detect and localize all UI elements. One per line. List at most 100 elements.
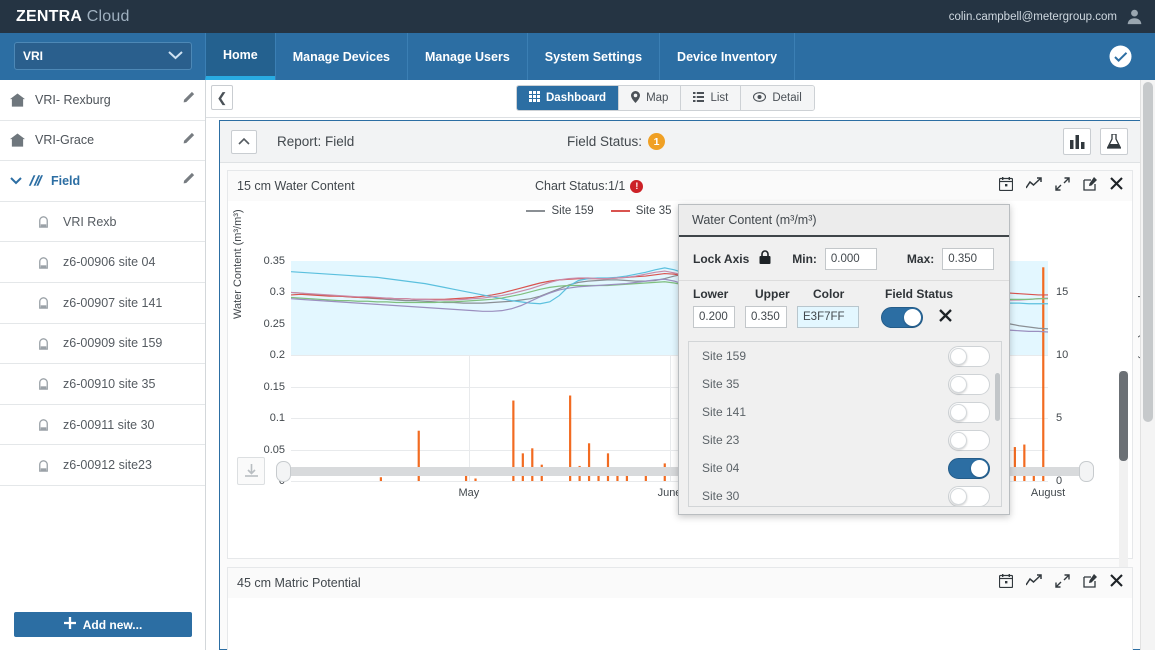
trend-line-icon[interactable] xyxy=(1025,574,1042,592)
site-toggle[interactable] xyxy=(948,485,990,506)
site-list-scrollbar[interactable] xyxy=(995,343,1000,506)
page-vertical-scrollbar[interactable] xyxy=(1140,80,1155,650)
sidebar-item-label: z6-00910 site 35 xyxy=(63,376,156,391)
site-toggle[interactable] xyxy=(948,401,990,423)
sidebar-item-device-z6-00912[interactable]: z6-00912 site23 xyxy=(0,445,205,486)
view-tab-map[interactable]: Map xyxy=(619,86,682,110)
site-label: Site 141 xyxy=(702,405,747,419)
band-field-status-toggle[interactable] xyxy=(881,306,923,328)
legend-item-site-35[interactable]: Site 35 xyxy=(610,205,672,217)
legend-item-site-159[interactable]: Site 159 xyxy=(526,205,594,217)
sidebar-collapse-button[interactable]: ❮ xyxy=(211,85,233,110)
pencil-icon[interactable] xyxy=(181,132,195,149)
band-upper-input[interactable]: 0.350 xyxy=(745,306,787,328)
scrollbar-thumb[interactable] xyxy=(1119,371,1128,461)
sidebar-item-device-z6-00910[interactable]: z6-00910 site 35 xyxy=(0,364,205,405)
site-row-159[interactable]: Site 159 xyxy=(689,342,1001,370)
check-circle-icon[interactable] xyxy=(1109,45,1132,68)
site-toggle-list: Site 159 Site 35 Site 141 Site 23 Site 0… xyxy=(688,341,1002,507)
lock-axis-label: Lock Axis xyxy=(693,251,750,266)
toggle-knob xyxy=(950,375,967,393)
site-label: Site 23 xyxy=(702,433,740,447)
sidebar-item-device-z6-00909[interactable]: z6-00909 site 159 xyxy=(0,324,205,365)
sidebar-item-device-vri-rexb[interactable]: VRI Rexb xyxy=(0,202,205,243)
pencil-icon[interactable] xyxy=(181,91,195,108)
band-remove-button[interactable] xyxy=(939,309,952,325)
site-toggle[interactable] xyxy=(948,457,990,479)
toggle-knob xyxy=(971,459,988,477)
report-title: Report: Field xyxy=(277,134,355,149)
device-icon xyxy=(36,458,54,473)
site-row-35[interactable]: Site 35 xyxy=(689,370,1001,398)
lock-axis-row: Lock Axis Min: 0.000 Max: 0.350 xyxy=(679,237,1009,281)
expand-arrows-icon[interactable] xyxy=(1055,573,1070,593)
trend-line-icon[interactable] xyxy=(1025,177,1042,195)
edit-square-icon[interactable] xyxy=(1083,176,1097,196)
device-icon xyxy=(36,336,54,351)
y2-axis-tick-label: 15 xyxy=(1056,286,1069,299)
sidebar-item-field[interactable]: Field xyxy=(0,161,205,202)
page-scrollbar-thumb[interactable] xyxy=(1143,82,1153,422)
scrollbar-thumb[interactable] xyxy=(995,373,1000,421)
bar-chart-icon[interactable] xyxy=(1063,128,1091,155)
site-row-23[interactable]: Site 23 xyxy=(689,426,1001,454)
site-toggle[interactable] xyxy=(948,373,990,395)
site-toggle[interactable] xyxy=(948,345,990,367)
nav-tab-label: System Settings xyxy=(544,49,643,64)
report-collapse-button[interactable] xyxy=(231,129,257,154)
col-upper-label: Upper xyxy=(755,287,790,301)
user-avatar-icon[interactable] xyxy=(1126,8,1143,25)
flask-icon[interactable] xyxy=(1100,128,1128,155)
field-icon xyxy=(26,174,44,187)
slider-handle-left[interactable] xyxy=(276,461,291,482)
slider-handle-right[interactable] xyxy=(1079,461,1094,482)
edit-square-icon[interactable] xyxy=(1083,573,1097,593)
sidebar-item-vri-rexburg[interactable]: VRI- Rexburg xyxy=(0,80,205,121)
band-config-row: Lower Upper Color Field Status 0.200 0.3… xyxy=(679,281,1009,328)
expand-arrows-icon[interactable] xyxy=(1055,176,1070,196)
lock-icon[interactable] xyxy=(759,249,771,268)
plus-icon xyxy=(63,617,76,632)
chart-card-matric-potential: 45 cm Matric Potential xyxy=(227,567,1133,650)
nav-tab-manage-users[interactable]: Manage Users xyxy=(407,33,527,80)
site-label: Site 159 xyxy=(702,349,747,363)
calendar-icon[interactable] xyxy=(998,573,1014,593)
sidebar-item-label: z6-00911 site 30 xyxy=(63,417,155,432)
sidebar-item-device-z6-00911[interactable]: z6-00911 site 30 xyxy=(0,405,205,446)
band-lower-input[interactable]: 0.200 xyxy=(693,306,735,328)
calendar-icon[interactable] xyxy=(998,176,1014,196)
nav-tab-label: Manage Users xyxy=(425,49,510,64)
y-axis-tick-label: 0.15 xyxy=(263,380,285,393)
site-row-141[interactable]: Site 141 xyxy=(689,398,1001,426)
site-toggle[interactable] xyxy=(948,429,990,451)
sidebar-item-vri-grace[interactable]: VRI-Grace xyxy=(0,121,205,162)
chevron-left-icon: ❮ xyxy=(216,89,228,105)
nav-tab-system-settings[interactable]: System Settings xyxy=(526,33,659,80)
site-row-04[interactable]: Site 04 xyxy=(689,454,1001,482)
sidebar-item-device-z6-00907[interactable]: z6-00907 site 141 xyxy=(0,283,205,324)
col-lower-label: Lower xyxy=(693,287,729,301)
list-icon xyxy=(693,91,705,105)
organization-select[interactable]: VRI xyxy=(14,42,192,70)
close-icon[interactable] xyxy=(1110,177,1123,195)
eye-icon xyxy=(753,91,767,105)
close-icon[interactable] xyxy=(1110,574,1123,592)
add-new-button[interactable]: Add new... xyxy=(14,612,192,637)
download-icon[interactable] xyxy=(237,457,265,485)
max-input[interactable]: 0.350 xyxy=(942,247,995,270)
main-navigation-bar: VRI Home Manage Devices Manage Users Sys… xyxy=(0,33,1155,80)
sidebar-item-device-z6-00906[interactable]: z6-00906 site 04 xyxy=(0,242,205,283)
nav-tab-home[interactable]: Home xyxy=(205,33,275,80)
nav-tab-device-inventory[interactable]: Device Inventory xyxy=(659,33,796,80)
view-tab-dashboard[interactable]: Dashboard xyxy=(517,86,620,110)
pencil-icon[interactable] xyxy=(181,172,195,189)
view-tab-list[interactable]: List xyxy=(681,86,742,110)
site-row-30[interactable]: Site 30 xyxy=(689,482,1001,506)
device-icon xyxy=(36,295,54,310)
band-values: 0.200 0.350 E3F7FF xyxy=(693,306,995,328)
min-input[interactable]: 0.000 xyxy=(824,247,877,270)
nav-tab-manage-devices[interactable]: Manage Devices xyxy=(274,33,407,80)
chevron-down-icon[interactable] xyxy=(10,174,22,188)
band-color-input[interactable]: E3F7FF xyxy=(797,306,859,328)
view-tab-detail[interactable]: Detail xyxy=(741,86,814,110)
